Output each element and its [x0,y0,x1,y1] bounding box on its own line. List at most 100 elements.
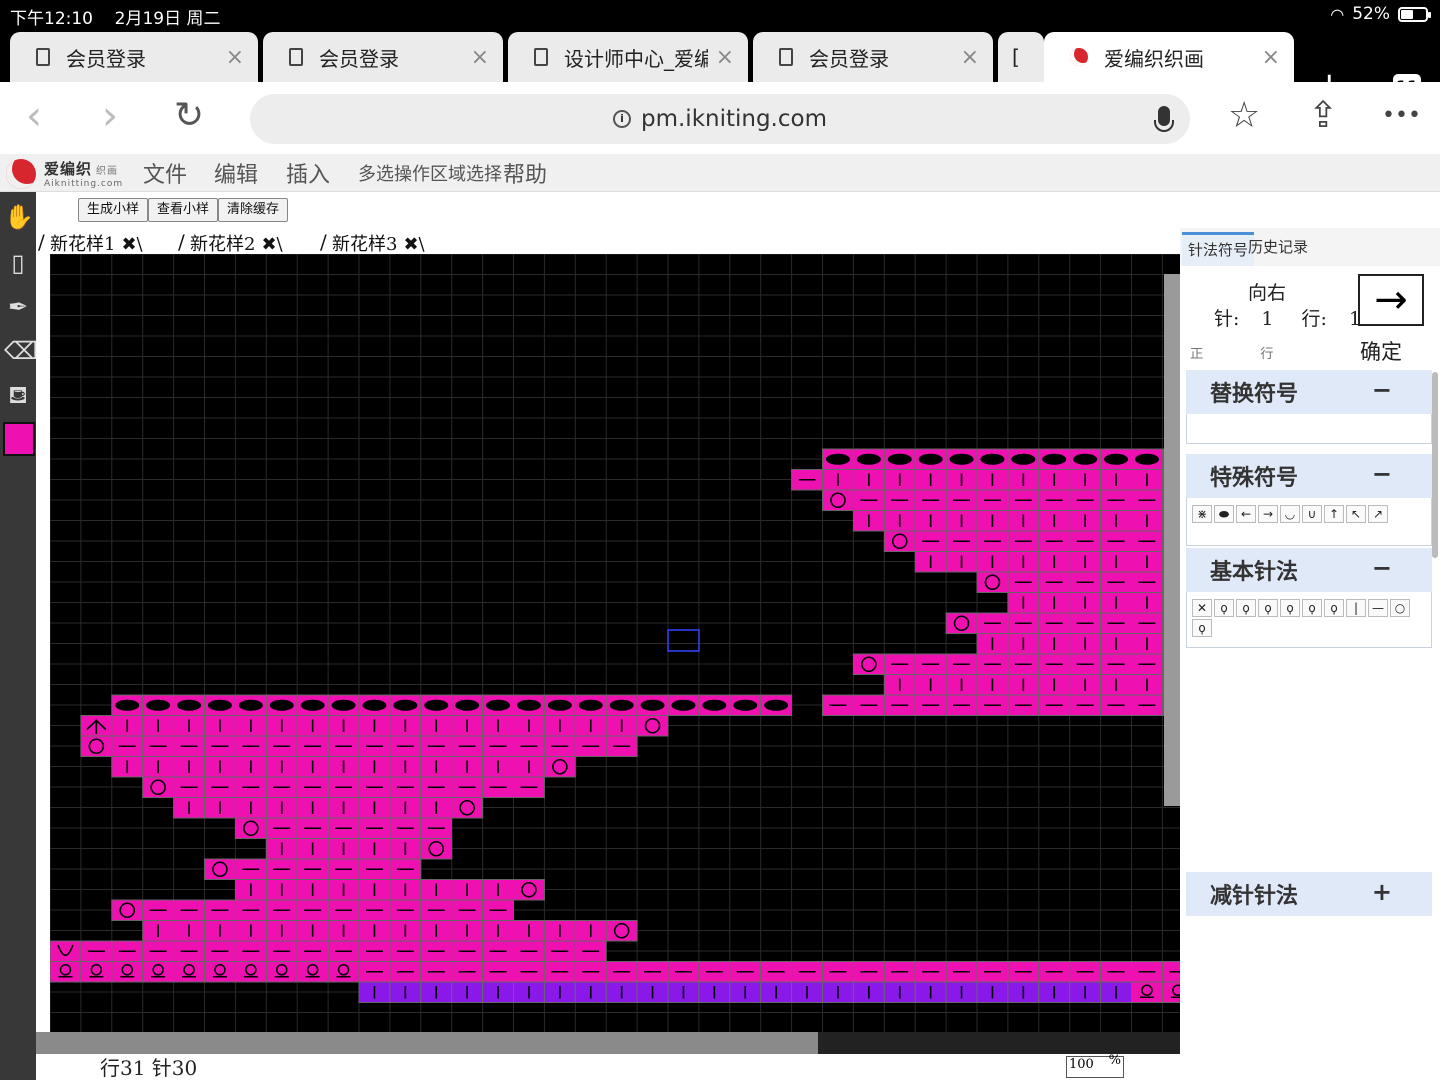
basic-stitch-symbol-8[interactable]: — [1368,599,1388,617]
zoom-input[interactable]: 100 % [1066,1053,1124,1078]
cursor-box [667,629,700,652]
chart-tab-3[interactable]: / 新花样3 ✖\ [320,230,425,255]
close-icon[interactable]: × [1262,45,1280,70]
document-icon [779,48,793,66]
view-sample-button[interactable]: 查看小样 [148,198,219,222]
special-symbol-3[interactable]: → [1258,505,1278,523]
special-symbol-2[interactable]: ← [1236,505,1256,523]
browser-tab-1[interactable]: 会员登录 × [10,32,258,82]
browser-tab-active[interactable]: 爱编织织画 × [1044,32,1294,82]
collapse-icon[interactable]: − [1372,554,1392,582]
browser-tab-stacked[interactable]: [ [998,32,1044,82]
needle-label: 针: [1214,308,1240,330]
bobble-symbol [825,453,850,465]
special-symbol-1[interactable]: ⬬ [1214,505,1234,523]
basic-stitch-symbol-7[interactable]: | [1346,599,1366,617]
close-icon[interactable]: ✖ [261,234,276,255]
microphone-icon[interactable] [1154,106,1174,132]
bobble-symbol [671,699,696,711]
menu-multi-select[interactable]: 多选操作 [358,160,430,186]
chart-tab-label: 新花样3 [332,234,398,255]
browser-tab-4[interactable]: 会员登录 × [753,32,993,82]
clear-cache-button[interactable]: 清除缓存 [218,198,289,222]
section-replace-symbol[interactable]: 替换符号 − [1186,370,1432,414]
direction-arrow-button[interactable]: → [1358,274,1424,326]
app-logo: 爱编织 织画 Aiknitting.com [6,158,123,189]
close-icon[interactable]: × [226,45,244,70]
bobble-symbol [733,699,758,711]
share-button[interactable]: ⇪ [1308,96,1338,136]
fill-icon[interactable]: ⛾ [4,380,32,410]
close-icon[interactable]: × [471,45,489,70]
close-icon[interactable]: × [961,45,979,70]
basic-stitch-symbol-0[interactable]: ✕ [1192,599,1212,617]
stitch-grid[interactable] [50,254,1180,1054]
special-symbol-4[interactable]: ◡ [1280,505,1300,523]
row-label: 行: [1301,308,1327,330]
menu-area-select[interactable]: 区域选择 [430,160,502,186]
collapse-icon[interactable]: − [1372,460,1392,488]
basic-stitch-symbol-5[interactable]: ϙ [1302,599,1322,617]
tab-history[interactable]: 历史记录 [1242,232,1314,266]
bobble-symbol [486,699,511,711]
vertical-scrollbar[interactable] [1164,274,1180,806]
basic-stitch-symbol-2[interactable]: ϙ [1236,599,1256,617]
more-button[interactable]: ••• [1382,96,1421,136]
row-input[interactable] [1260,346,1321,360]
color-swatch[interactable] [3,422,35,456]
close-icon[interactable]: × [716,45,734,70]
basic-stitch-symbol-9[interactable]: ○ [1390,599,1410,617]
position-input[interactable] [1190,346,1250,360]
bobble-symbol [455,699,480,711]
tab-title: 设计师中心_爱编 [564,46,708,71]
eraser-icon[interactable]: ⌫ [4,336,38,366]
close-icon[interactable]: ✖ [121,234,136,255]
menu-insert[interactable]: 插入 [286,157,330,189]
basic-stitch-symbol-6[interactable]: ϙ [1324,599,1344,617]
generate-sample-button[interactable]: 生成小样 [78,198,149,222]
bobble-symbol [269,699,294,711]
special-symbol-5[interactable]: ∪ [1302,505,1322,523]
reload-button[interactable]: ↻ [174,96,204,136]
browser-toolbar: ‹ › ↻ i pm.ikniting.com ☆ ⇪ ••• [0,82,1440,154]
tab-title: [ [1012,45,1020,69]
eraser-block-icon[interactable]: ▯ [4,248,32,278]
special-symbol-0[interactable]: ⋇ [1192,505,1212,523]
knitting-canvas[interactable] [50,254,1180,1054]
collapse-icon[interactable]: − [1372,376,1392,404]
menu-help[interactable]: 帮助 [503,157,547,189]
horizontal-scrollbar[interactable] [36,1032,818,1054]
special-symbol-8[interactable]: ↗ [1368,505,1388,523]
basic-stitch-symbol-1[interactable]: ϙ [1214,599,1234,617]
forward-button[interactable]: › [102,94,118,138]
browser-tab-2[interactable]: 会员登录 × [263,32,503,82]
special-symbol-7[interactable]: ↖ [1346,505,1366,523]
bobble-symbol [980,453,1005,465]
special-symbol-6[interactable]: ↑ [1324,505,1344,523]
basic-stitch-symbol-4[interactable]: ϙ [1280,599,1300,617]
pen-icon[interactable]: ✒ [4,292,32,322]
logo-text: 爱编织 织画 Aiknitting.com [44,158,123,189]
menu-file[interactable]: 文件 [143,157,187,189]
chart-tab-2[interactable]: / 新花样2 ✖\ [178,230,283,255]
section-decrease-stitch[interactable]: 减针针法 + [1186,872,1432,916]
close-icon[interactable]: ✖ [403,234,418,255]
section-special-symbol[interactable]: 特殊符号 − [1186,454,1432,498]
basic-stitch-symbol-10[interactable]: ϙ [1192,619,1212,637]
back-button[interactable]: ‹ [26,94,42,138]
url-bar[interactable]: i pm.ikniting.com [250,94,1190,144]
expand-icon[interactable]: + [1372,878,1392,906]
battery-icon [1398,6,1431,22]
bookmark-star-button[interactable]: ☆ [1228,96,1260,136]
chart-tab-1[interactable]: / 新花样1 ✖\ [38,230,143,255]
confirm-button[interactable]: 确定 [1360,336,1402,366]
app-menubar: 爱编织 织画 Aiknitting.com 文件 编辑 插入 多选操作 区域选择 … [0,154,1440,192]
hand-icon[interactable]: ✋ [4,202,34,232]
browser-tab-3[interactable]: 设计师中心_爱编 × [508,32,748,82]
basic-stitch-symbol-3[interactable]: ϙ [1258,599,1278,617]
menu-edit[interactable]: 编辑 [214,157,258,189]
panel-scrollbar[interactable] [1432,372,1438,558]
chart-tabs: / 新花样1 ✖\ / 新花样2 ✖\ / 新花样3 ✖\ [38,230,1178,255]
section-basic-stitch[interactable]: 基本针法 − [1186,548,1432,592]
status-time: 下午12:10 [10,9,93,29]
